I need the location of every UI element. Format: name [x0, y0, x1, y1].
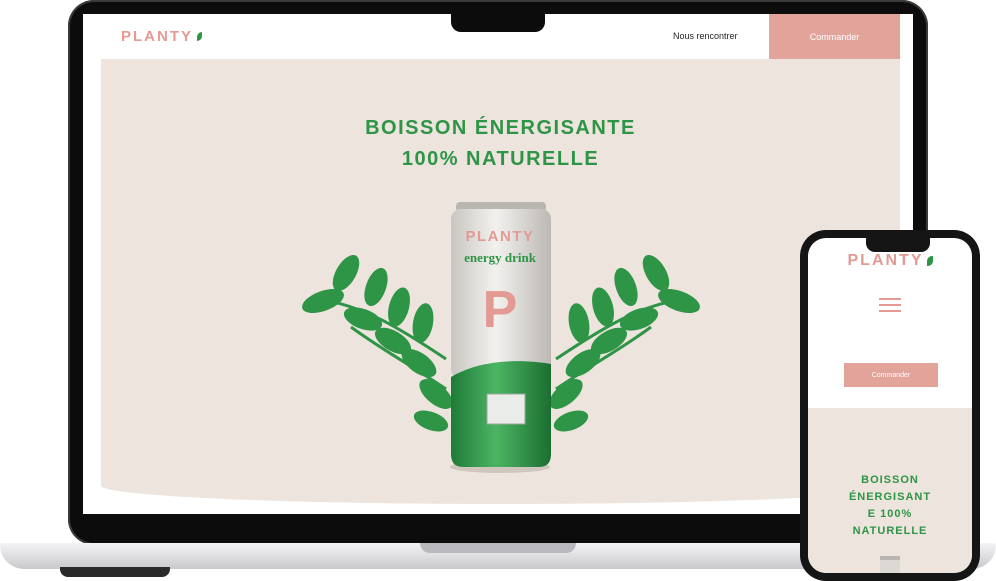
leaf-icon — [926, 255, 933, 266]
phone-screen: PLANTY Commander BOISSON ÉNERGISANT E 10… — [808, 238, 972, 573]
left-leaf-branch — [302, 254, 453, 432]
phone-brand-logo-text: PLANTY — [847, 252, 924, 269]
hamburger-menu-icon[interactable] — [879, 298, 901, 312]
right-leaf-branch — [549, 254, 700, 432]
can-letter-text: P — [483, 281, 518, 339]
phone-hero-title-line-3: E 100% — [867, 508, 913, 520]
phone-can-preview — [880, 556, 900, 573]
laptop-camera-notch — [451, 14, 545, 32]
phone-hero-title-line-2: ÉNERGISANT — [848, 491, 932, 503]
laptop-base-groove — [420, 543, 576, 553]
laptop-foot-left — [60, 567, 170, 577]
phone-frame: PLANTY Commander BOISSON ÉNERGISANT E 10… — [800, 230, 980, 581]
energy-drink-can: PLANTY energy drink P — [450, 202, 551, 473]
phone-hero-title-line-4: NATURELLE — [852, 525, 928, 537]
order-button[interactable]: Commander — [769, 14, 900, 59]
phone-notch — [866, 238, 930, 252]
product-illustration: PLANTY energy drink P — [302, 202, 700, 473]
leaf-icon — [197, 32, 202, 41]
nav-link-meet-us[interactable]: Nous rencontrer — [673, 31, 738, 41]
phone-order-button[interactable]: Commander — [844, 363, 938, 387]
hero-section: BOISSON ÉNERGISANTE 100% NATURELLE PLANT… — [101, 59, 900, 504]
phone-hero-title-line-1: BOISSON — [861, 474, 919, 486]
phone-hero-title: BOISSON ÉNERGISANT E 100% NATURELLE — [808, 472, 972, 540]
can-brand-text: PLANTY — [466, 228, 535, 245]
phone-hero-section: BOISSON ÉNERGISANT E 100% NATURELLE — [808, 408, 972, 573]
can-subtitle-text: energy drink — [464, 250, 537, 265]
brand-logo-text: PLANTY — [121, 28, 193, 45]
laptop-screen: PLANTY Nous rencontrer Commander BOISSON… — [83, 14, 913, 514]
brand-logo[interactable]: PLANTY — [121, 28, 202, 45]
phone-brand-logo[interactable]: PLANTY — [808, 252, 972, 270]
